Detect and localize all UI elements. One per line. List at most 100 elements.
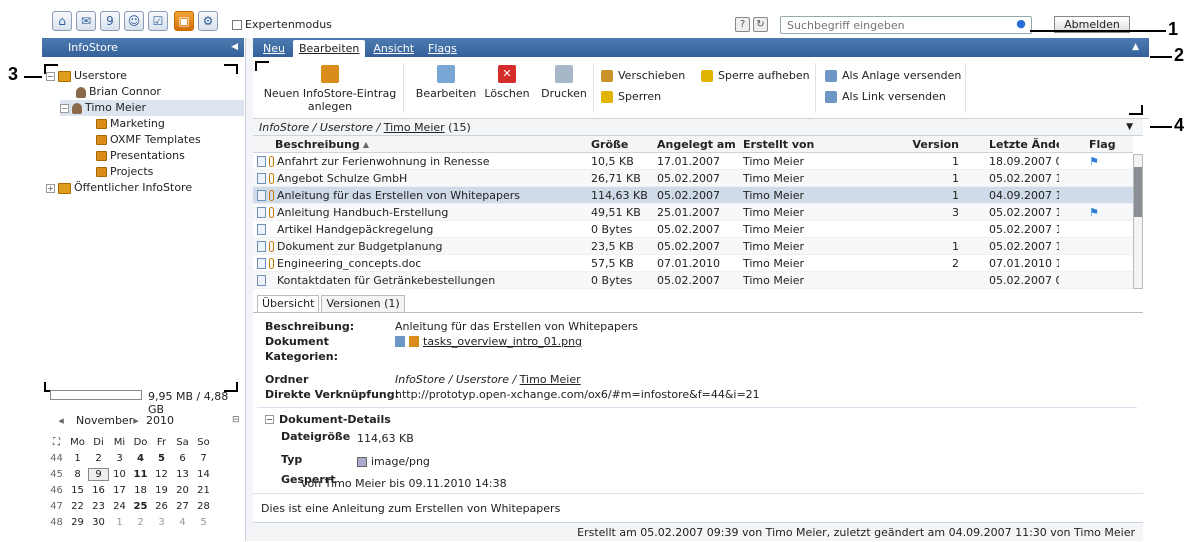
tree-item-timo-meier[interactable]: − Timo Meier: [60, 100, 244, 116]
pane-divider[interactable]: [245, 38, 253, 541]
calendar-day[interactable]: 15: [67, 485, 88, 496]
calendar-day[interactable]: 4: [130, 453, 151, 464]
edit-button[interactable]: Bearbeiten: [411, 65, 481, 100]
calendar-week-number[interactable]: 45: [46, 469, 67, 480]
calendar-day[interactable]: 3: [109, 453, 130, 464]
help-icon[interactable]: ?: [735, 17, 750, 32]
breadcrumb-infostore[interactable]: InfoStore: [259, 121, 309, 134]
table-row[interactable]: Engineering_concepts.doc 57,5 KB 07.01.201…: [253, 255, 1133, 272]
download-icon[interactable]: [409, 336, 419, 347]
search-icon[interactable]: ●: [1014, 17, 1028, 31]
calendar-day[interactable]: 4: [172, 517, 193, 528]
flag-icon[interactable]: ⚑: [1089, 155, 1099, 168]
tree-item-brian-connor[interactable]: Brian Connor: [76, 84, 161, 100]
contacts-icon[interactable]: ☺: [124, 11, 144, 31]
expert-mode-checkbox[interactable]: [232, 19, 242, 30]
tab-bearbeiten[interactable]: Bearbeiten: [292, 40, 366, 57]
calendar-day[interactable]: 5: [193, 517, 214, 528]
tree-item-presentations[interactable]: Presentations: [96, 148, 185, 164]
cell-flag[interactable]: ⚑: [1059, 153, 1133, 169]
calendar-day[interactable]: 2: [88, 453, 109, 464]
calendar-day[interactable]: 22: [67, 501, 88, 512]
infostore-icon[interactable]: ▣: [174, 11, 194, 31]
table-row[interactable]: Anfahrt zur Ferienwohnung in Renesse 10,5…: [253, 153, 1133, 170]
refresh-icon[interactable]: ↻: [753, 17, 768, 32]
value-verknuepfung[interactable]: http://prototyp.open-xchange.com/ox6/#m=…: [395, 388, 760, 401]
calendar-day[interactable]: 29: [67, 517, 88, 528]
mail-icon[interactable]: ✉: [76, 11, 96, 31]
flag-icon[interactable]: ⚑: [1089, 206, 1099, 219]
section-dokument-details[interactable]: − Dokument-Details: [265, 413, 391, 426]
tasks-icon[interactable]: ☑: [148, 11, 168, 31]
calendar-day[interactable]: 8: [67, 469, 88, 480]
calendar-day[interactable]: 16: [88, 485, 109, 496]
table-row[interactable]: Dokument zur Budgetplanung 23,5 KB 05.02.2…: [253, 238, 1133, 255]
send-attachment-button[interactable]: Als Anlage versenden: [825, 69, 961, 82]
col-header-groesse[interactable]: Größe: [587, 136, 653, 152]
calendar-day[interactable]: 12: [151, 469, 172, 480]
calendar-day[interactable]: 26: [151, 501, 172, 512]
calendar-day[interactable]: 18: [130, 485, 151, 496]
calendar-day[interactable]: 9: [88, 467, 109, 481]
calendar-week-number[interactable]: 44: [46, 453, 67, 464]
cell-flag[interactable]: ⚑: [1059, 204, 1133, 220]
table-row[interactable]: Angebot Schulze GmbH 26,71 KB 05.02.2007 Ti…: [253, 170, 1133, 187]
table-row[interactable]: Anleitung für das Erstellen von Whitepap…: [253, 187, 1133, 204]
collapse-icon[interactable]: ◀: [231, 38, 238, 57]
cell-flag[interactable]: [1059, 221, 1133, 237]
calendar-day[interactable]: 30: [88, 517, 109, 528]
cell-flag[interactable]: [1059, 170, 1133, 186]
document-link[interactable]: tasks_overview_intro_01.png: [423, 335, 582, 348]
calendar-day[interactable]: 5: [151, 453, 172, 464]
breadcrumb-userstore[interactable]: Userstore: [320, 121, 373, 134]
calendar-day[interactable]: 11: [130, 469, 151, 480]
unlock-button[interactable]: Sperre aufheben: [701, 69, 810, 82]
send-document-icon[interactable]: [395, 336, 405, 347]
calendar-day[interactable]: 28: [193, 501, 214, 512]
collapse-ribbon-icon[interactable]: ▲: [1132, 42, 1139, 52]
scrollbar-thumb[interactable]: [1134, 167, 1142, 217]
print-button[interactable]: Drucken: [535, 65, 593, 100]
grid-scrollbar[interactable]: [1133, 154, 1143, 289]
calendar-collapse-icon[interactable]: ⊟: [232, 415, 240, 425]
col-header-aenderung[interactable]: Letzte Änderung: [959, 136, 1059, 152]
tab-versionen[interactable]: Versionen (1): [321, 295, 405, 312]
send-link-button[interactable]: Als Link versenden: [825, 90, 946, 103]
breadcrumb-timo-meier[interactable]: Timo Meier: [384, 121, 445, 134]
calendar-day[interactable]: 23: [88, 501, 109, 512]
search-input[interactable]: [780, 16, 1032, 34]
path-collapse-icon[interactable]: ▼: [1126, 119, 1133, 136]
calendar-day[interactable]: 1: [109, 517, 130, 528]
calendar-day[interactable]: 14: [193, 469, 214, 480]
calendar-day[interactable]: 20: [172, 485, 193, 496]
calendar-week-number[interactable]: 46: [46, 485, 67, 496]
lock-button[interactable]: Sperren: [601, 90, 661, 103]
calendar-day[interactable]: 6: [172, 453, 193, 464]
calendar-day[interactable]: 25: [130, 501, 151, 512]
calendar-day[interactable]: 17: [109, 485, 130, 496]
calendar-day[interactable]: 19: [151, 485, 172, 496]
col-header-angelegt[interactable]: Angelegt am: [653, 136, 739, 152]
tree-item-oxmf-templates[interactable]: OXMF Templates: [96, 132, 201, 148]
calendar-week-number[interactable]: 48: [46, 517, 67, 528]
next-month-icon[interactable]: ▸: [126, 414, 146, 427]
cell-flag[interactable]: [1059, 272, 1133, 288]
prev-month-icon[interactable]: ◂: [46, 414, 76, 427]
cell-flag[interactable]: [1059, 255, 1133, 271]
calendar-week-icon[interactable]: ⛶: [46, 437, 67, 448]
settings-icon[interactable]: ⚙: [198, 11, 218, 31]
calendar-week-number[interactable]: 47: [46, 501, 67, 512]
tree-item-marketing[interactable]: Marketing: [96, 116, 165, 132]
table-row[interactable]: Anleitung Handbuch-Erstellung 49,51 KB 25.…: [253, 204, 1133, 221]
tree-item-projects[interactable]: Projects: [96, 164, 153, 180]
calendar-day[interactable]: 1: [67, 453, 88, 464]
calendar-day[interactable]: 2: [130, 517, 151, 528]
expand-toggle-icon[interactable]: +: [46, 183, 55, 193]
cell-flag[interactable]: [1059, 187, 1133, 203]
calendar-day[interactable]: 13: [172, 469, 193, 480]
tree-item-public-infostore[interactable]: + Öffentlicher InfoStore: [46, 180, 192, 196]
table-row[interactable]: Kontaktdaten für Getränkebestellungen 0 B…: [253, 272, 1133, 289]
calendar-day[interactable]: 21: [193, 485, 214, 496]
table-row[interactable]: Artikel Handgepäckregelung 0 Bytes 05.02.2…: [253, 221, 1133, 238]
col-header-beschreibung[interactable]: Beschreibung ▲: [253, 136, 587, 152]
